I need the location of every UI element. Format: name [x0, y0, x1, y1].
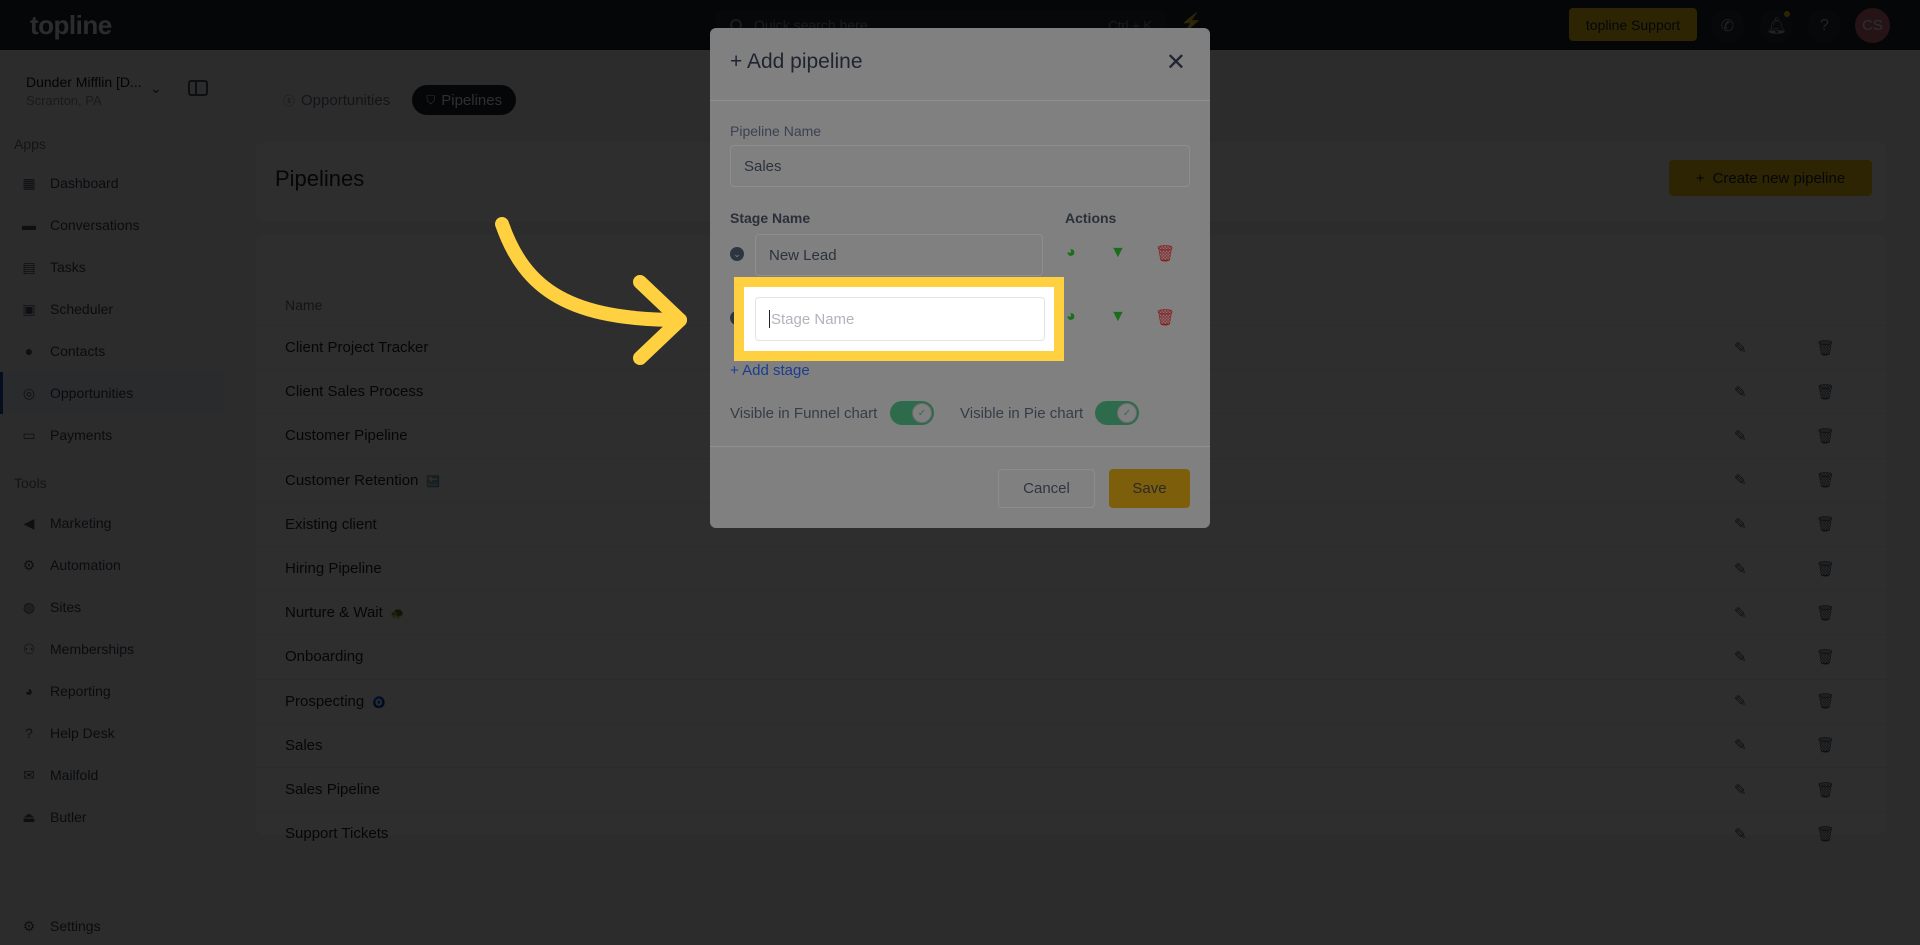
funnel-icon[interactable]: ▼ [1110, 244, 1126, 262]
highlight-box: Stage Name [734, 277, 1064, 361]
cancel-button[interactable]: Cancel [998, 469, 1095, 508]
text-caret [769, 310, 770, 328]
plus-icon: + [730, 362, 743, 379]
pie-toggle-label: Visible in Pie chart [960, 405, 1084, 422]
divider [710, 100, 1210, 101]
pipeline-name-label: Pipeline Name [730, 123, 822, 139]
actions-header: Actions [1065, 210, 1117, 226]
save-button[interactable]: Save [1109, 469, 1190, 508]
stage-name-value: New Lead [769, 246, 837, 264]
pie-chart-icon[interactable]: ◕ [1066, 244, 1076, 262]
new-stage-name-input[interactable]: Stage Name [755, 297, 1045, 341]
pipeline-name-value: Sales [744, 157, 782, 175]
check-icon: ✓ [912, 403, 932, 423]
modal-title: + Add pipeline [730, 50, 863, 73]
stage-name-placeholder: Stage Name [771, 310, 855, 328]
divider [710, 446, 1210, 447]
funnel-toggle-label: Visible in Funnel chart [730, 405, 878, 422]
annotation-arrow [495, 217, 687, 365]
trash-icon[interactable]: 🗑︎ [1155, 308, 1175, 328]
check-icon: ✓ [1117, 403, 1137, 423]
pipeline-name-input[interactable]: Sales [730, 145, 1190, 187]
pie-chart-toggle[interactable]: ✓ [1095, 401, 1139, 425]
stage-drag-handle[interactable]: ⌄ [730, 247, 744, 261]
add-stage-link[interactable]: + Add stage [730, 362, 810, 379]
add-stage-label: Add stage [742, 362, 810, 379]
trash-icon[interactable]: 🗑︎ [1155, 244, 1175, 264]
funnel-icon[interactable]: ▼ [1110, 308, 1126, 326]
close-icon[interactable]: ✕ [1166, 48, 1186, 77]
pie-chart-icon[interactable]: ◕ [1066, 308, 1076, 326]
stage-name-input[interactable]: New Lead [755, 234, 1043, 276]
stage-name-header: Stage Name [730, 210, 811, 226]
funnel-chart-toggle[interactable]: ✓ [890, 401, 934, 425]
